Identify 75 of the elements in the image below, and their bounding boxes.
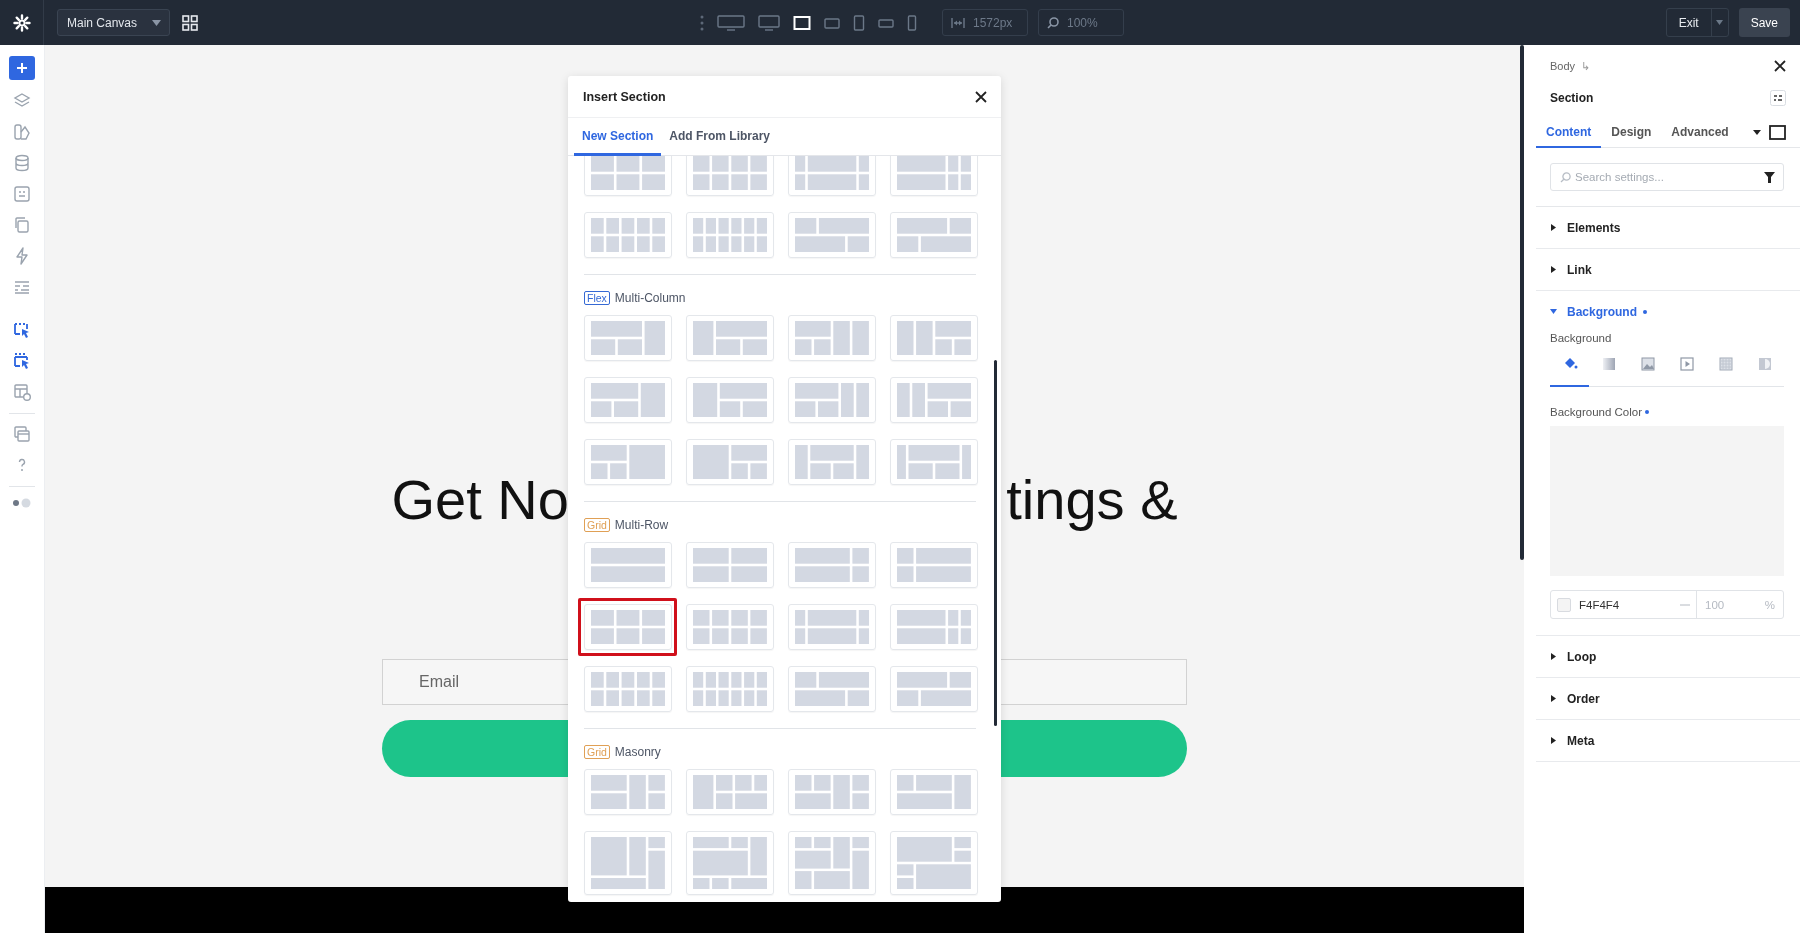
square-icon[interactable] [1769,124,1786,140]
search-icon [1560,172,1571,183]
add-button[interactable] [9,56,35,80]
more-icon[interactable] [700,14,704,31]
save-button[interactable]: Save [1738,8,1790,37]
section-title: Multi-Row [614,518,669,532]
cursor-icon[interactable] [13,352,31,370]
settings-icon[interactable] [12,13,31,32]
options-icon[interactable] [1770,90,1786,106]
field-label: Background [1550,332,1613,344]
scrollbar[interactable] [1520,45,1524,560]
tab[interactable]: Advanced [1661,117,1739,148]
heading-text: Get No [391,468,569,532]
pattern-icon [1717,356,1734,372]
caret-icon [1550,737,1557,744]
plus-icon [16,62,28,74]
breadcrumb-arrow: ↳ [1581,59,1591,73]
search-icon [1047,16,1059,29]
list-icon[interactable] [13,278,31,296]
caret-icon [1550,695,1557,702]
accordion-header[interactable]: Link [1536,249,1800,290]
copy-icon[interactable] [13,216,31,234]
accordion-header[interactable]: Order [1536,678,1800,719]
close-icon[interactable] [975,90,987,103]
accordion-header[interactable]: Background [1536,291,1800,332]
resize-icon [951,16,965,29]
caret-icon[interactable] [1753,129,1761,135]
close-icon[interactable] [1774,60,1786,72]
caret-icon [1550,308,1557,315]
tablet-icon[interactable] [853,14,865,31]
image-icon [1639,356,1656,372]
cursor-icon[interactable] [13,321,31,339]
accordion-header[interactable]: Loop [1536,636,1800,677]
filter-icon[interactable] [1764,172,1775,183]
caret-icon [152,19,161,26]
tablet-icon[interactable] [824,15,840,30]
phone-icon[interactable] [907,14,917,31]
template-icon[interactable] [13,185,31,203]
tab[interactable]: Add From Library [661,118,779,156]
layout-option[interactable] [578,598,677,656]
badge: Grid [584,518,610,532]
monitor-icon[interactable] [717,14,745,31]
database-icon[interactable] [13,154,31,172]
tab[interactable]: Design [1601,117,1662,148]
field-label: Background Color [1550,406,1643,418]
accordion-header[interactable]: Meta [1536,720,1800,761]
search-field[interactable]: Search settings... [1550,163,1784,191]
laptop-icon[interactable] [793,14,811,31]
grid-icon[interactable] [182,14,198,31]
tab[interactable]: Content [1536,117,1602,148]
badge: Grid [584,745,610,759]
caret-icon [1550,653,1557,660]
shapes-icon[interactable] [13,123,31,141]
contrast-icon [1756,356,1773,372]
section-title: Multi-Column [614,291,686,305]
caret-icon [1550,224,1557,231]
scrollbar[interactable] [994,360,997,726]
accordion-header[interactable]: Elements [1536,207,1800,248]
theme-toggle-icon[interactable] [11,498,33,508]
layers-icon[interactable] [13,92,31,110]
background-type-tab[interactable] [1550,356,1589,387]
caret-icon [1550,266,1557,273]
breadcrumb-link[interactable]: Body [1550,60,1576,72]
monitor-icon[interactable] [758,14,780,31]
heading-text: tings & [1006,468,1178,532]
layout-view-icon[interactable] [13,383,31,401]
canvas-select[interactable]: Main Canvas [57,9,170,36]
panel-title: Section [1550,91,1594,105]
caret-icon [1716,20,1724,25]
section-title: Masonry [614,745,661,759]
video-icon [1678,356,1695,372]
gradient-icon [1600,356,1617,372]
windows-icon[interactable] [13,425,31,443]
dialog-title: Insert Section [583,89,666,104]
badge: Flex [584,291,610,305]
